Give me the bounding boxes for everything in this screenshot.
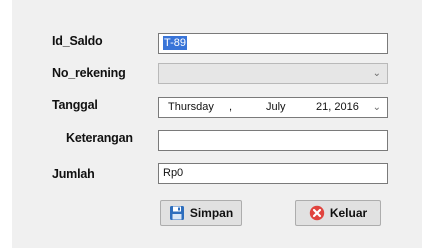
keluar-button[interactable]: Keluar (295, 200, 381, 226)
simpan-label: Simpan (189, 206, 234, 220)
id-saldo-value: T-89 (163, 36, 188, 50)
floppy-disk-icon (169, 205, 185, 221)
id-saldo-label: Id_Saldo (52, 34, 103, 48)
date-separator: , (229, 101, 233, 113)
tanggal-datepicker[interactable]: Thursday , July 21, 2016 ⌄ (158, 97, 388, 118)
no-rekening-label: No_rekening (52, 66, 126, 80)
close-circle-icon (309, 205, 325, 221)
keterangan-input[interactable] (158, 130, 388, 151)
chevron-down-icon[interactable]: ⌄ (373, 64, 381, 83)
chevron-down-icon[interactable]: ⌄ (373, 98, 381, 117)
keluar-label: Keluar (329, 206, 368, 220)
date-day-name: Thursday (168, 101, 214, 113)
simpan-button[interactable]: Simpan (160, 200, 242, 226)
keterangan-label: Keterangan (66, 131, 133, 145)
jumlah-input[interactable]: Rp0 (158, 163, 388, 184)
jumlah-value: Rp0 (163, 167, 184, 179)
form-panel: Id_Saldo T-89 No_rekening ⌄ Tanggal Thur… (12, 0, 422, 248)
no-rekening-combobox[interactable]: ⌄ (158, 63, 388, 84)
date-day-year: 21, 2016 (316, 101, 359, 113)
id-saldo-input[interactable]: T-89 (158, 33, 388, 54)
date-month: July (266, 101, 286, 113)
jumlah-label: Jumlah (52, 167, 95, 181)
tanggal-label: Tanggal (52, 98, 98, 112)
